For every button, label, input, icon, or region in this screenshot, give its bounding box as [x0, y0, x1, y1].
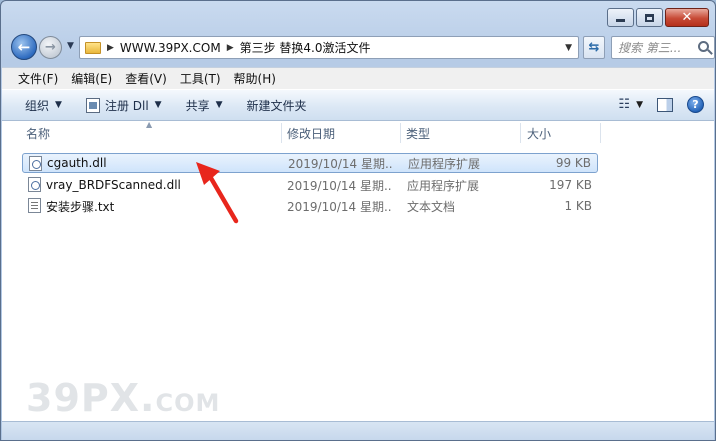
- file-date: 2019/10/14 星期...: [287, 178, 392, 193]
- annotation-arrow-icon: [196, 162, 239, 224]
- menu-bar: 文件(F) 编辑(E) 查看(V) 工具(T) 帮助(H): [2, 67, 714, 89]
- column-divider[interactable]: [600, 123, 601, 143]
- menu-file[interactable]: 文件(F): [18, 70, 58, 87]
- share-button[interactable]: 共享 ▼: [186, 97, 223, 114]
- window-controls: ✕: [607, 8, 709, 27]
- minimize-button[interactable]: [607, 8, 634, 27]
- command-bar: 组织 ▼ 注册 Dll ▼ 共享 ▼ 新建文件夹 ☷ ▼ ?: [2, 89, 714, 121]
- view-options-icon[interactable]: ☷: [618, 97, 630, 112]
- column-size-label: 大小: [527, 126, 552, 141]
- sort-ascending-icon: ▲: [146, 120, 153, 129]
- column-header-date[interactable]: 修改日期: [287, 121, 335, 145]
- file-row[interactable]: vray_BRDFScanned.dll 2019/10/14 星期... 应用…: [22, 175, 598, 195]
- close-icon: ✕: [681, 10, 693, 25]
- search-icon: [698, 41, 709, 52]
- chevron-right-icon: ▶: [226, 42, 234, 53]
- menu-edit[interactable]: 编辑(E): [71, 70, 112, 87]
- watermark-suffix: COM: [155, 389, 221, 417]
- file-list-pane: 名称 ▲ 修改日期 类型 大小 cgauth.dll 2019/10/14 星期…: [2, 120, 714, 421]
- maximize-button[interactable]: [636, 8, 663, 27]
- watermark-main: 39PX.: [26, 376, 156, 420]
- maximize-icon: [645, 13, 654, 22]
- file-type: 应用程序扩展: [407, 178, 480, 193]
- file-size: 99 KB: [555, 156, 591, 170]
- file-date: 2019/10/14 星期...: [287, 199, 392, 214]
- navigation-row: ← → ▼ ▶ WWW.39PX.COM ▶ 第三步 替换4.0激活文件 ▼ ⇆…: [9, 34, 715, 60]
- watermark: 39PX.COM: [26, 376, 220, 420]
- column-header-type[interactable]: 类型: [406, 121, 430, 145]
- menu-help[interactable]: 帮助(H): [234, 70, 276, 87]
- address-bar[interactable]: ▶ WWW.39PX.COM ▶ 第三步 替换4.0激活文件 ▼: [79, 36, 579, 59]
- menu-tools[interactable]: 工具(T): [180, 70, 221, 87]
- close-button[interactable]: ✕: [665, 8, 709, 27]
- status-bar: [2, 421, 714, 440]
- breadcrumb-folder[interactable]: 第三步 替换4.0激活文件: [240, 39, 371, 56]
- organize-label: 组织: [25, 98, 50, 113]
- search-placeholder: 搜索 第三...: [618, 41, 682, 55]
- file-row[interactable]: cgauth.dll 2019/10/14 星期... 应用程序扩展 99 KB: [22, 153, 598, 173]
- breadcrumb-site[interactable]: WWW.39PX.COM: [120, 41, 221, 55]
- column-date-label: 修改日期: [287, 126, 336, 141]
- chevron-right-icon: ▶: [107, 42, 114, 53]
- file-date: 2019/10/14 星期...: [288, 156, 393, 171]
- menu-view[interactable]: 查看(V): [125, 70, 167, 87]
- preview-pane-icon[interactable]: [657, 97, 673, 112]
- register-dll-label: 注册 Dll: [104, 98, 149, 113]
- file-name: cgauth.dll: [47, 156, 107, 170]
- back-button[interactable]: ←: [11, 34, 37, 60]
- chevron-down-icon: ▼: [67, 41, 74, 51]
- chevron-down-icon[interactable]: ▼: [636, 100, 643, 110]
- register-dll-button[interactable]: 注册 Dll ▼: [85, 97, 162, 114]
- file-name: 安装步骤.txt: [46, 199, 115, 214]
- recent-pages-button[interactable]: ▼: [67, 41, 74, 51]
- refresh-button[interactable]: ⇆: [583, 36, 605, 59]
- file-size: 1 KB: [564, 199, 592, 213]
- back-arrow-icon: ←: [17, 38, 31, 56]
- view-controls: ☷ ▼ ?: [618, 96, 704, 113]
- dll-icon: [85, 97, 100, 113]
- refresh-icon: ⇆: [588, 40, 600, 55]
- new-folder-button[interactable]: 新建文件夹: [247, 97, 307, 114]
- column-divider[interactable]: [281, 123, 282, 143]
- column-divider[interactable]: [400, 123, 401, 143]
- folder-icon: [85, 41, 101, 54]
- file-row[interactable]: 安装步骤.txt 2019/10/14 星期... 文本文档 1 KB: [22, 196, 598, 216]
- file-name: vray_BRDFScanned.dll: [46, 178, 181, 192]
- new-folder-label: 新建文件夹: [246, 98, 307, 113]
- column-name-label: 名称: [26, 126, 51, 141]
- chevron-down-icon: ▼: [154, 100, 162, 110]
- chevron-down-icon: ▼: [55, 100, 62, 110]
- column-header-name[interactable]: 名称: [26, 121, 50, 145]
- help-icon[interactable]: ?: [687, 96, 704, 113]
- search-input[interactable]: 搜索 第三...: [611, 36, 715, 59]
- dll-file-icon: [29, 156, 42, 171]
- forward-arrow-icon: →: [45, 40, 56, 55]
- address-dropdown-icon[interactable]: ▼: [565, 43, 572, 53]
- file-type: 文本文档: [407, 199, 456, 214]
- chevron-down-icon: ▼: [215, 100, 223, 110]
- minimize-icon: [616, 19, 625, 22]
- explorer-window: ✕ ← → ▼ ▶ WWW.39PX.COM ▶ 第三步 替换4.0激活文件 ▼…: [0, 0, 716, 441]
- column-type-label: 类型: [406, 126, 431, 141]
- dll-file-icon: [28, 177, 41, 192]
- forward-button[interactable]: →: [39, 36, 62, 59]
- column-header-size[interactable]: 大小: [527, 121, 551, 145]
- share-label: 共享: [185, 98, 210, 113]
- file-type: 应用程序扩展: [408, 156, 481, 171]
- organize-button[interactable]: 组织 ▼: [25, 97, 62, 114]
- file-size: 197 KB: [549, 178, 592, 192]
- text-file-icon: [28, 198, 41, 213]
- column-divider[interactable]: [520, 123, 521, 143]
